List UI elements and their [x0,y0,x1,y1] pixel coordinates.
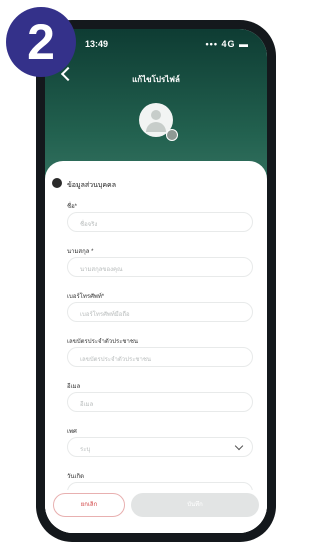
phone-input[interactable]: เบอร์โทรศัพท์มือถือ [67,302,253,322]
gender-placeholder: ระบุ [80,447,91,453]
phone-placeholder: เบอร์โทรศัพท์มือถือ [80,312,130,318]
first-name-placeholder: ชื่อจริง [80,222,98,228]
email-label: อีเมล [67,384,81,390]
birthdate-label: วันเกิด [67,474,85,480]
phone-screen: 13:49 ••• 4G ▬ แก้ไขโปรไฟล์ ข้อมูลส่วนบุ… [45,29,267,533]
profile-form-card: ข้อมูลส่วนบุคคล ชื่อ* ชื่อจริง นามสกุล *… [45,161,267,533]
cancel-button[interactable]: ยกเลิก [53,493,125,517]
gender-label: เพศ [67,429,77,435]
status-icons: ••• 4G ▬ [205,39,249,49]
page-title: แก้ไขโปรไฟล์ [132,75,180,84]
last-name-placeholder: นามสกุลของคุณ [80,267,123,273]
step-number-badge: 2 [6,7,76,77]
last-name-label: นามสกุล * [67,249,94,255]
save-button[interactable]: บันทึก [131,493,259,517]
status-time: 13:49 [85,39,109,49]
first-name-input[interactable]: ชื่อจริง [67,212,253,232]
form-footer: ยกเลิก บันทึก [45,490,267,533]
phone-frame: 13:49 ••• 4G ▬ แก้ไขโปรไฟล์ ข้อมูลส่วนบุ… [36,20,276,542]
first-name-label: ชื่อ* [67,204,78,210]
phone-label: เบอร์โทรศัพท์* [67,294,105,300]
email-input[interactable]: อีเมล [67,392,253,412]
status-bar: 13:49 ••• 4G ▬ [45,39,267,53]
id-card-input[interactable]: เลขบัตรประจำตัวประชาชน [67,347,253,367]
avatar-body-shape [146,122,166,132]
last-name-input[interactable]: นามสกุลของคุณ [67,257,253,277]
gender-select[interactable]: ระบุ [67,437,253,457]
id-card-placeholder: เลขบัตรประจำตัวประชาชน [80,357,152,363]
email-placeholder: อีเมล [80,402,94,408]
chevron-down-icon [234,441,244,451]
camera-icon[interactable] [166,129,178,141]
id-card-label: เลขบัตรประจำตัวประชาชน [67,339,139,345]
person-icon [52,178,62,188]
avatar-head-shape [151,110,161,120]
section-title: ข้อมูลส่วนบุคคล [67,182,116,189]
